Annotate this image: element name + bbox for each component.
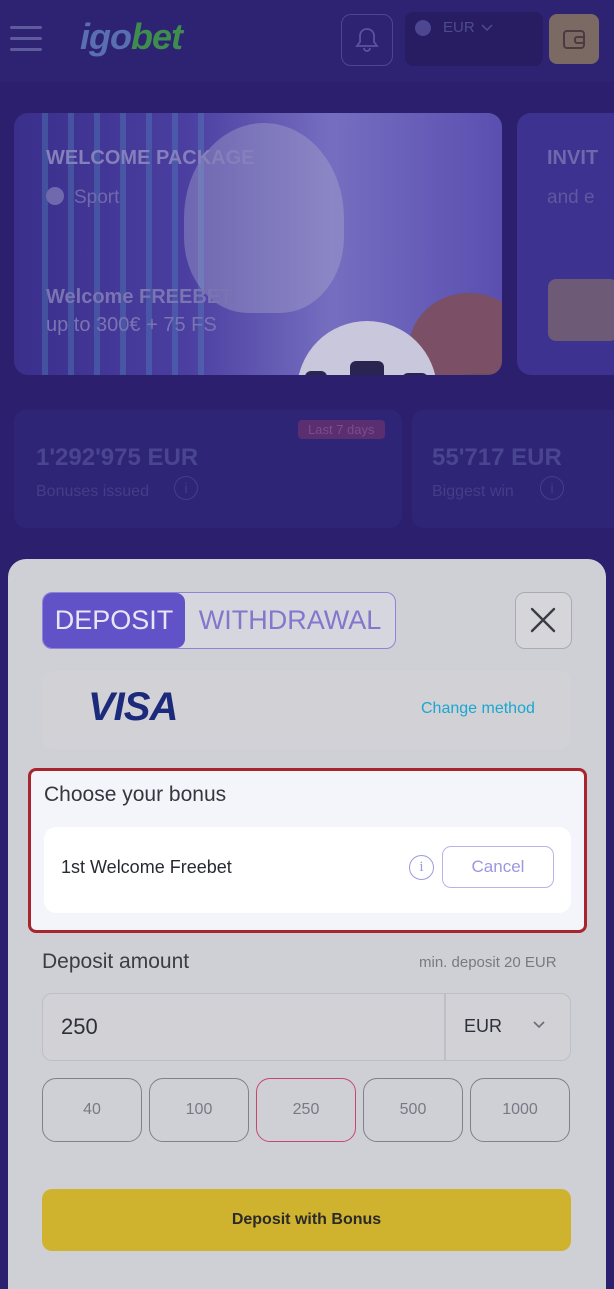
quick-amount-40[interactable]: 40: [42, 1078, 142, 1142]
banner-title: WELCOME PACKAGE: [46, 147, 255, 169]
min-deposit-note: min. deposit 20 EUR: [419, 954, 557, 971]
tab-deposit[interactable]: DEPOSIT: [43, 593, 185, 648]
tab-withdrawal[interactable]: WITHDRAWAL: [185, 593, 395, 648]
banner-category: Sport: [46, 187, 119, 209]
banner2-subtitle: and e: [547, 187, 595, 208]
payment-method: VISA Change method: [42, 671, 571, 749]
bonus-name: 1st Welcome Freebet: [61, 857, 232, 877]
chevron-down-icon: [481, 24, 493, 32]
currency-select[interactable]: EUR: [464, 1016, 502, 1037]
currency-label: EUR: [443, 19, 475, 36]
currency-selector[interactable]: EUR: [405, 12, 543, 66]
period-badge: Last 7 days: [298, 420, 385, 439]
cancel-bonus-button[interactable]: Cancel: [442, 846, 554, 888]
close-button[interactable]: [515, 592, 572, 649]
chevron-down-icon: [533, 1021, 545, 1029]
bonus-section: Choose your bonus 1st Welcome Freebet i …: [28, 768, 587, 933]
amount-input[interactable]: 250: [61, 1014, 98, 1040]
wallet-button[interactable]: [549, 14, 599, 64]
info-icon[interactable]: i: [174, 476, 198, 500]
banner-offer-amount: up to 300€ + 75 FS: [46, 314, 217, 336]
quick-amount-1000[interactable]: 1000: [470, 1078, 570, 1142]
globe-icon: [415, 20, 431, 36]
banner2-button[interactable]: [548, 279, 614, 341]
notifications-button[interactable]: [341, 14, 393, 66]
deposit-amount-label: Deposit amount: [42, 950, 190, 973]
wallet-icon: [563, 30, 585, 49]
banner2-title: INVIT: [547, 147, 599, 169]
bell-icon: [355, 28, 379, 52]
stat-value: 1'292'975 EUR: [36, 444, 199, 471]
stat-card-biggest-win: 55'717 EUR Biggest win i: [412, 410, 614, 528]
close-icon: [530, 607, 556, 633]
deposit-with-bonus-button[interactable]: Deposit with Bonus: [42, 1189, 571, 1251]
amount-field[interactable]: 250 EUR: [42, 993, 571, 1061]
banner-offer-title: Welcome FREEBET: [46, 286, 233, 308]
quick-amount-100[interactable]: 100: [149, 1078, 249, 1142]
soccer-icon: [46, 187, 64, 205]
bonus-card[interactable]: 1st Welcome Freebet i Cancel: [44, 827, 571, 913]
payment-tabs: DEPOSIT WITHDRAWAL: [42, 592, 396, 649]
stat-label: Bonuses issued: [36, 483, 149, 500]
quick-amount-500[interactable]: 500: [363, 1078, 463, 1142]
promo-banner-2[interactable]: INVIT and e: [517, 113, 614, 375]
stat-value: 55'717 EUR: [432, 444, 562, 471]
info-icon[interactable]: i: [409, 855, 434, 880]
stat-label: Biggest win: [432, 483, 514, 500]
stat-card-bonuses: Last 7 days 1'292'975 EUR Bonuses issued…: [14, 410, 402, 528]
logo[interactable]: igobet: [80, 16, 183, 58]
bonus-title: Choose your bonus: [44, 783, 227, 806]
top-bar: igobet EUR: [0, 0, 614, 82]
visa-logo: VISA: [88, 685, 178, 729]
info-icon[interactable]: i: [540, 476, 564, 500]
menu-icon[interactable]: [10, 26, 42, 54]
promo-banner[interactable]: WELCOME PACKAGE Sport Welcome FREEBET up…: [14, 113, 502, 375]
quick-amount-250[interactable]: 250: [256, 1078, 356, 1142]
change-method-link[interactable]: Change method: [421, 700, 535, 718]
